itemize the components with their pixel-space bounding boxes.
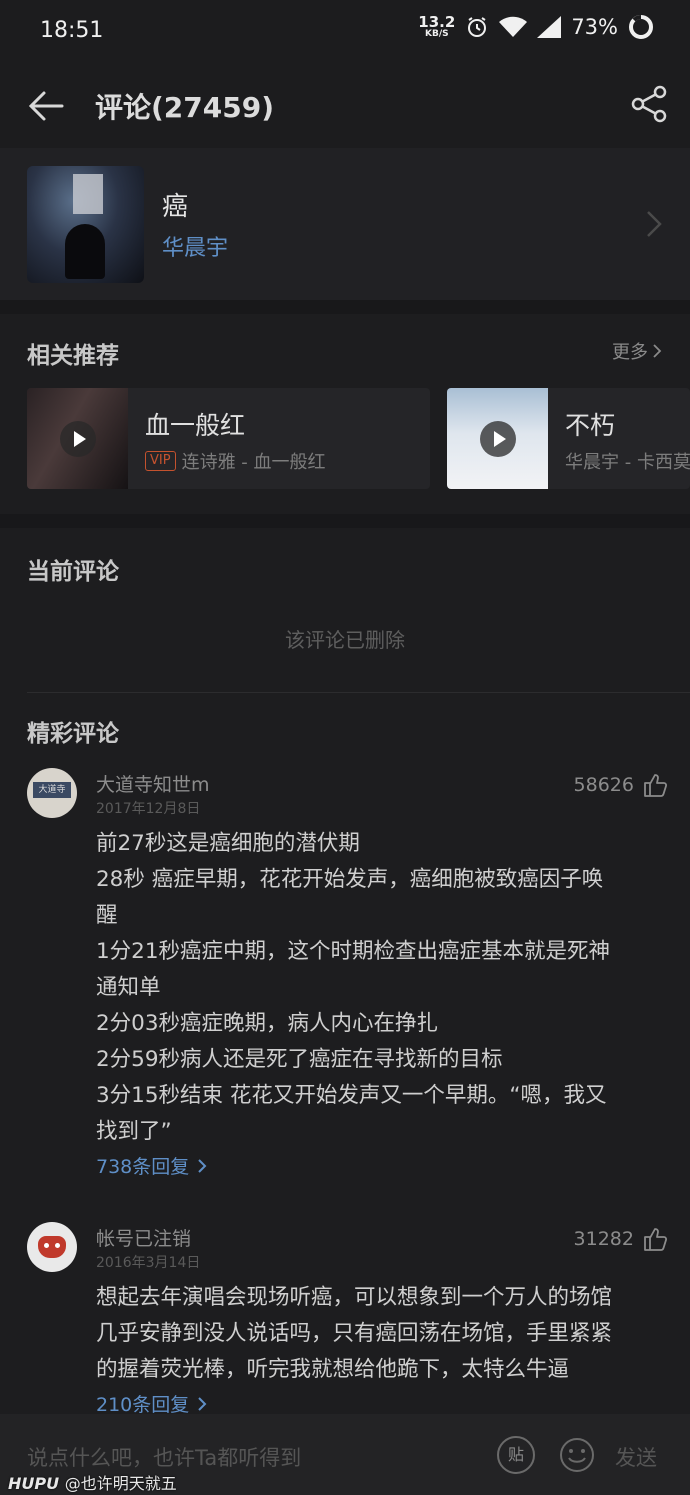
comment-line: 想起去年演唱会现场听癌，可以想象到一个万人的场馆: [96, 1285, 613, 1310]
section-divider: [0, 300, 690, 314]
related-item-subtitle: VIP 连诗雅 - 血一般红: [145, 448, 326, 474]
related-title: 相关推荐: [27, 343, 119, 369]
comment-line: 前27秒这是癌细胞的潜伏期: [96, 831, 360, 856]
comment-line: 几乎安静到没人说话吗，只有癌回荡在场馆，手里紧紧: [96, 1321, 613, 1346]
thumbs-up-icon: [644, 1228, 668, 1251]
watermark-brand: HUPU: [8, 1474, 60, 1493]
comment-line: 醒: [96, 903, 118, 928]
related-thumbnail: [27, 388, 128, 489]
related-item[interactable]: 血一般红 VIP 连诗雅 - 血一般红: [27, 388, 430, 489]
comment-username[interactable]: 帐号已注销: [96, 1224, 191, 1251]
related-item-artist: 连诗雅 - 血一般红: [181, 452, 326, 473]
song-card[interactable]: 癌 华晨宇: [0, 148, 690, 300]
like-button[interactable]: 31282: [574, 1226, 668, 1252]
current-comment-section: 当前评论 该评论已删除: [0, 528, 690, 693]
play-icon[interactable]: [480, 421, 516, 457]
send-button[interactable]: 发送: [615, 1442, 657, 1472]
more-label: 更多: [612, 342, 648, 363]
back-button[interactable]: [24, 84, 68, 128]
comment-line: 3分15秒结束 花花又开始发声又一个早期。“嗯，我又: [96, 1083, 607, 1108]
song-artist[interactable]: 华晨宇: [162, 230, 228, 262]
section-divider: [0, 514, 690, 528]
chevron-right-icon: [653, 344, 662, 358]
status-icons: 13.2 KB/S 73%: [418, 14, 654, 40]
cover-paper: [73, 174, 103, 214]
comment-line: 2分59秒病人还是死了癌症在寻找新的目标: [96, 1047, 503, 1072]
replies-link[interactable]: 210条回复: [96, 1390, 207, 1414]
comment-line: 找到了”: [96, 1119, 172, 1144]
watermark-handle: @也许明天就五: [64, 1474, 177, 1493]
chevron-right-icon: [647, 211, 662, 237]
song-cover: [27, 166, 144, 283]
thumbs-up-icon: [644, 774, 668, 797]
net-speed-value: 13.2: [418, 13, 456, 31]
chevron-right-icon: [198, 1396, 207, 1411]
replies-link[interactable]: 738条回复: [96, 1152, 207, 1179]
battery-percent: 73%: [571, 15, 618, 39]
avatar[interactable]: 大道寺: [27, 768, 77, 818]
comment-line: 通知单: [96, 975, 161, 1000]
battery-ring-icon: [629, 15, 653, 39]
current-comment-title: 当前评论: [27, 559, 119, 585]
comment-line: 1分21秒癌症中期，这个时期检查出癌症基本就是死神: [96, 939, 611, 964]
net-speed: 13.2 KB/S: [418, 15, 455, 39]
cover-figure: [65, 224, 105, 279]
net-speed-unit: KB/S: [425, 29, 449, 39]
related-item-name: 不朽: [565, 411, 616, 440]
comment-text: 前27秒这是癌细胞的潜伏期 28秒 癌症早期，花花开始发声，癌细胞被致癌因子唤 …: [96, 826, 661, 1150]
deleted-notice: 该评论已删除: [285, 628, 405, 652]
alarm-icon: [468, 17, 487, 37]
watermark: HUPU @也许明天就五: [8, 1470, 177, 1494]
vip-badge: VIP: [145, 451, 176, 471]
related-item-subtitle: 华晨宇 - 卡西莫: [565, 448, 690, 474]
status-time: 18:51: [40, 18, 104, 43]
related-section: 相关推荐 更多 血一般红 VIP 连诗雅 - 血一般红 不朽 华晨宇 - 卡西莫: [0, 314, 690, 514]
status-bar: 18:51 13.2 KB/S 73%: [0, 0, 690, 62]
like-count: 58626: [573, 774, 634, 796]
comment-username[interactable]: 大道寺知世m: [96, 770, 210, 797]
divider-line: [27, 692, 690, 693]
avatar[interactable]: [27, 1222, 77, 1272]
related-item[interactable]: 不朽 华晨宇 - 卡西莫: [447, 388, 690, 489]
related-item-artist: 华晨宇 - 卡西莫: [565, 452, 690, 473]
play-icon[interactable]: [60, 421, 96, 457]
app-header: 评论(27459): [0, 62, 690, 148]
related-item-name: 血一般红: [145, 411, 246, 440]
signal-icon: [537, 16, 562, 38]
more-button[interactable]: 更多: [612, 338, 662, 364]
related-thumbnail: [447, 388, 548, 489]
comment-date: 2016年3月14日: [96, 1255, 201, 1271]
share-icon[interactable]: [630, 84, 670, 124]
like-button[interactable]: 58626: [574, 772, 668, 798]
replies-label: 738条回复: [96, 1156, 190, 1178]
like-count: 31282: [573, 1228, 634, 1250]
comment-line: 的握着荧光棒，听完我就想给他跪下，太特么牛逼: [96, 1357, 570, 1382]
comment-line: 2分03秒癌症晚期，病人内心在挣扎: [96, 1011, 439, 1036]
hot-comments-title: 精彩评论: [27, 721, 119, 747]
sticker-button[interactable]: 贴: [497, 1436, 535, 1474]
avatar-face: [38, 1236, 66, 1258]
chevron-right-icon: [198, 1158, 207, 1173]
comment-line: 28秒 癌症早期，花花开始发声，癌细胞被致癌因子唤: [96, 867, 604, 892]
song-name: 癌: [162, 192, 189, 222]
comment-text: 想起去年演唱会现场听癌，可以想象到一个万人的场馆 几乎安静到没人说话吗，只有癌回…: [96, 1280, 661, 1388]
replies-label: 210条回复: [96, 1394, 190, 1414]
avatar-sign: 大道寺: [33, 782, 71, 798]
page-title: 评论(27459): [95, 91, 275, 124]
emoji-icon[interactable]: [558, 1436, 596, 1474]
comment-date: 2017年12月8日: [96, 801, 201, 817]
wifi-icon: [499, 16, 528, 37]
hot-comments-section: 精彩评论 大道寺 大道寺知世m 2017年12月8日 58626 前27秒这是癌…: [0, 694, 690, 1414]
comment-input[interactable]: 说点什么吧，也许Ta都听得到: [27, 1442, 301, 1472]
